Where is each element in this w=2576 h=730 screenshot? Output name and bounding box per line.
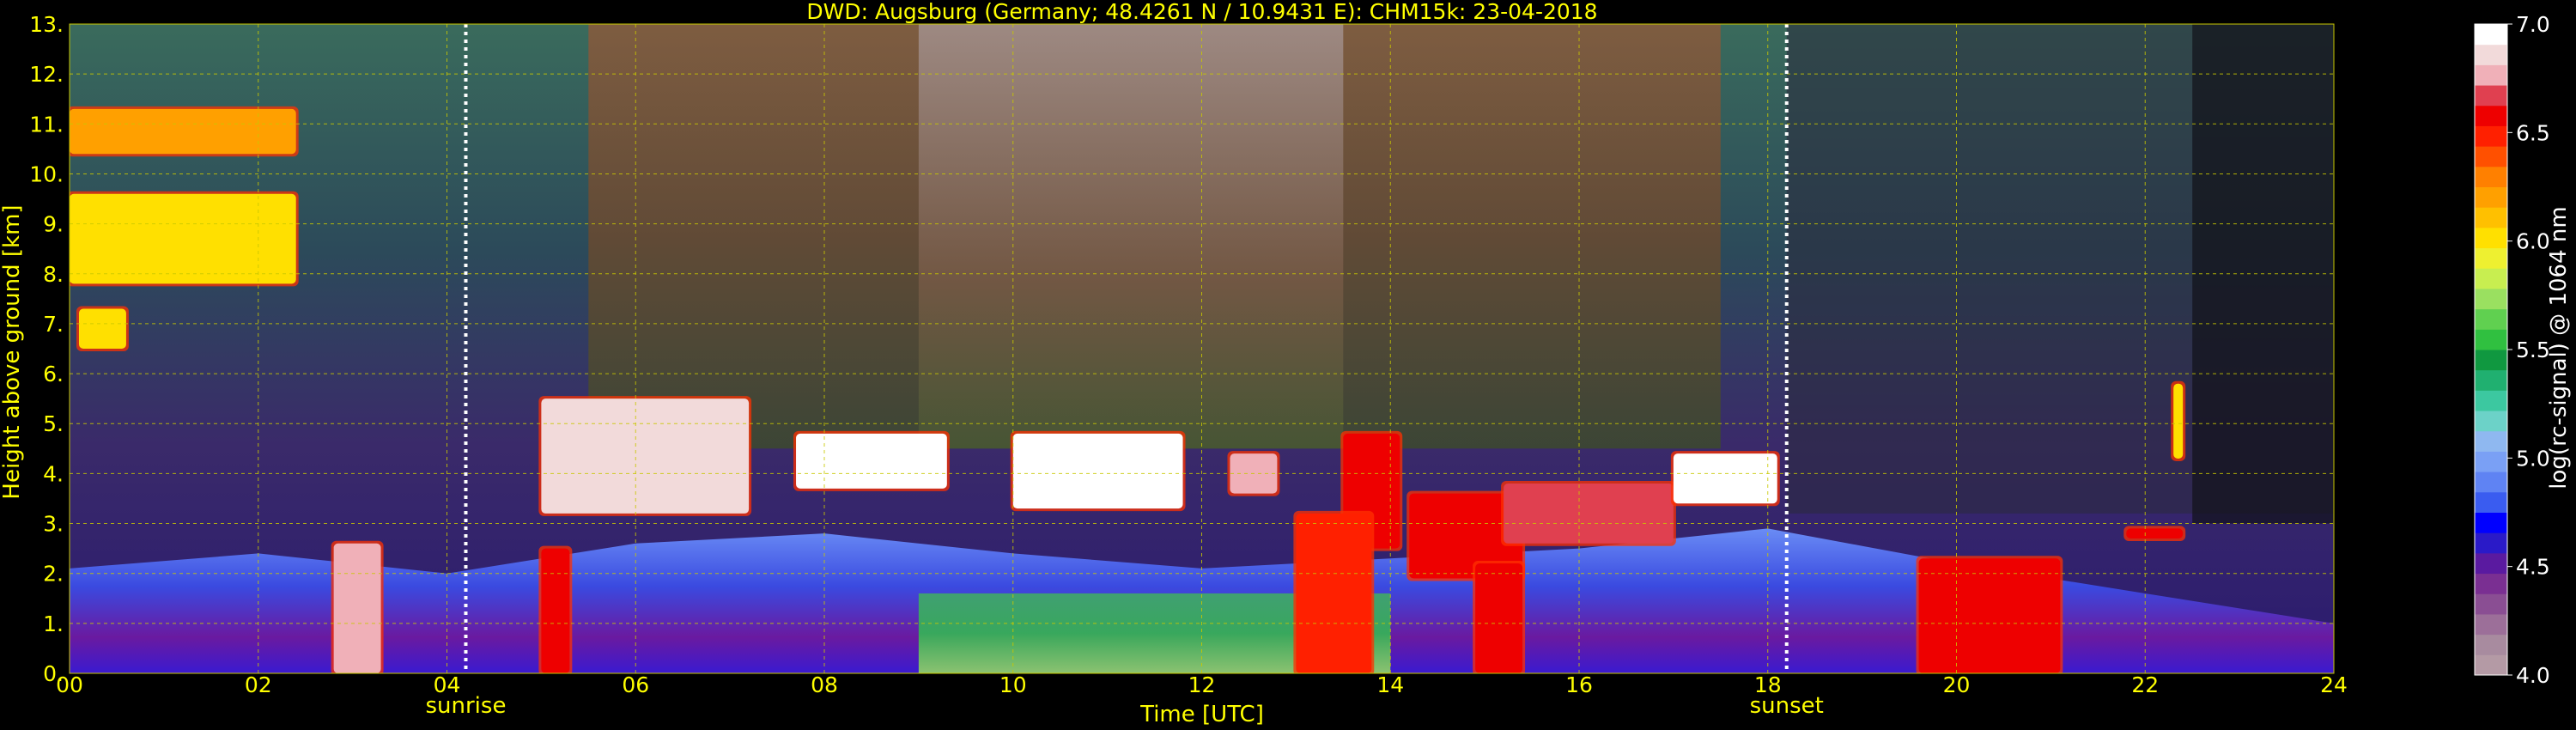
y-tick-label: 3. xyxy=(43,512,64,537)
y-tick-label: 1. xyxy=(43,611,64,636)
x-tick-label: 06 xyxy=(622,672,649,697)
colorbar-segment xyxy=(2475,24,2507,46)
y-tick-label: 7. xyxy=(43,312,64,337)
y-tick-label: 8. xyxy=(43,262,64,287)
colorbar-segment xyxy=(2475,593,2507,615)
event-label-sunset: sunset xyxy=(1750,693,1824,719)
colorbar-segment xyxy=(2475,369,2507,391)
x-tick-label: 22 xyxy=(2131,672,2159,697)
cloud-layer xyxy=(1475,563,1523,673)
cloud-layer xyxy=(1673,453,1777,504)
cloud-layer xyxy=(541,398,750,514)
y-tick-label: 13. xyxy=(29,12,64,37)
colorbar-tick-label: 6.5 xyxy=(2516,120,2550,145)
chart-title: DWD: Augsburg (Germany; 48.4261 N / 10.9… xyxy=(806,0,1597,24)
x-axis-label: Time [UTC] xyxy=(1139,702,1264,727)
y-tick-label: 2. xyxy=(43,562,64,587)
colorbar-tick-label: 4.5 xyxy=(2516,555,2550,580)
colorbar-tick-label: 5.0 xyxy=(2516,446,2550,471)
colorbar-tick-label: 7.0 xyxy=(2516,12,2550,37)
colorbar-segment xyxy=(2475,613,2507,636)
colorbar-segment xyxy=(2475,125,2507,147)
colorbar: 4.0 4.5 5.0 5.5 6.0 6.5 7.0 xyxy=(2474,12,2550,688)
cloud-layer xyxy=(2126,528,2184,538)
x-tick-label: 24 xyxy=(2320,672,2348,697)
cloud-layer xyxy=(78,308,126,349)
colorbar-segment xyxy=(2475,552,2507,575)
cloud-layer xyxy=(1012,433,1183,509)
colorbar-segment xyxy=(2475,64,2507,86)
colorbar-tick-label: 4.0 xyxy=(2516,663,2550,688)
colorbar-segment xyxy=(2475,350,2507,371)
colorbar-segment xyxy=(2475,430,2507,452)
colorbar-segment xyxy=(2475,451,2507,472)
noon-signal xyxy=(918,24,1344,449)
colorbar-segment xyxy=(2475,268,2507,289)
colorbar-segment xyxy=(2475,85,2507,106)
cloud-layer xyxy=(796,433,947,489)
colorbar-tick-label: 6.0 xyxy=(2516,229,2550,254)
colorbar-tick-label: 5.5 xyxy=(2516,338,2550,362)
lidar-ceilometer-chart: 00 02 04 06 08 10 12 14 16 18 20 22 240.1.2.3.4.5.6.… xyxy=(0,0,2572,727)
colorbar-segment xyxy=(2475,491,2507,513)
colorbar-segment xyxy=(2475,247,2507,269)
y-tick-label: 9. xyxy=(43,212,64,237)
colorbar-segment xyxy=(2475,166,2507,187)
x-tick-label: 14 xyxy=(1376,672,1404,697)
cloud-layer xyxy=(333,543,381,673)
y-tick-label: 5. xyxy=(43,411,64,436)
colorbar-segment xyxy=(2475,411,2507,432)
colorbar-segment xyxy=(2475,105,2507,126)
colorbar-segment xyxy=(2475,654,2507,676)
x-tick-label: 16 xyxy=(1565,672,1593,697)
colorbar-segment xyxy=(2475,512,2507,533)
y-tick-label: 6. xyxy=(43,362,64,386)
colorbar-segment xyxy=(2475,288,2507,310)
colorbar-segment xyxy=(2475,634,2507,655)
colorbar-segment xyxy=(2475,532,2507,554)
colorbar-segment xyxy=(2475,146,2507,167)
y-tick-label: 11. xyxy=(29,112,64,137)
plot-area xyxy=(70,24,2334,673)
cloud-layer xyxy=(70,108,296,155)
x-tick-label: 12 xyxy=(1188,672,1216,697)
cloud-layer xyxy=(1504,484,1674,544)
x-tick-label: 20 xyxy=(1943,672,1971,697)
cloud-layer xyxy=(1296,513,1372,673)
colorbar-segment xyxy=(2475,207,2507,228)
y-tick-label: 4. xyxy=(43,461,64,486)
y-tick-label: 10. xyxy=(29,161,64,186)
event-label-sunrise: sunrise xyxy=(425,693,506,719)
cloud-layer xyxy=(2173,383,2184,459)
colorbar-segment xyxy=(2475,308,2507,330)
y-tick-label: 12. xyxy=(29,62,64,87)
x-tick-label: 02 xyxy=(245,672,272,697)
colorbar-segment xyxy=(2475,471,2507,493)
colorbar-segment xyxy=(2475,573,2507,594)
colorbar-segment xyxy=(2475,227,2507,249)
x-tick-label: 10 xyxy=(999,672,1027,697)
y-tick-label: 0. xyxy=(43,661,64,686)
y-axis-label: Height above ground [km] xyxy=(0,204,25,499)
cloud-layer xyxy=(70,193,296,284)
colorbar-segment xyxy=(2475,390,2507,411)
cloud-layer xyxy=(1918,558,2061,673)
cloud-layer xyxy=(541,548,570,673)
x-tick-label: 08 xyxy=(811,672,838,697)
colorbar-segment xyxy=(2475,186,2507,208)
colorbar-label: log(rc-signal) @ 1064 nm xyxy=(2546,206,2572,489)
colorbar-segment xyxy=(2475,329,2507,350)
colorbar-segment xyxy=(2475,44,2507,65)
